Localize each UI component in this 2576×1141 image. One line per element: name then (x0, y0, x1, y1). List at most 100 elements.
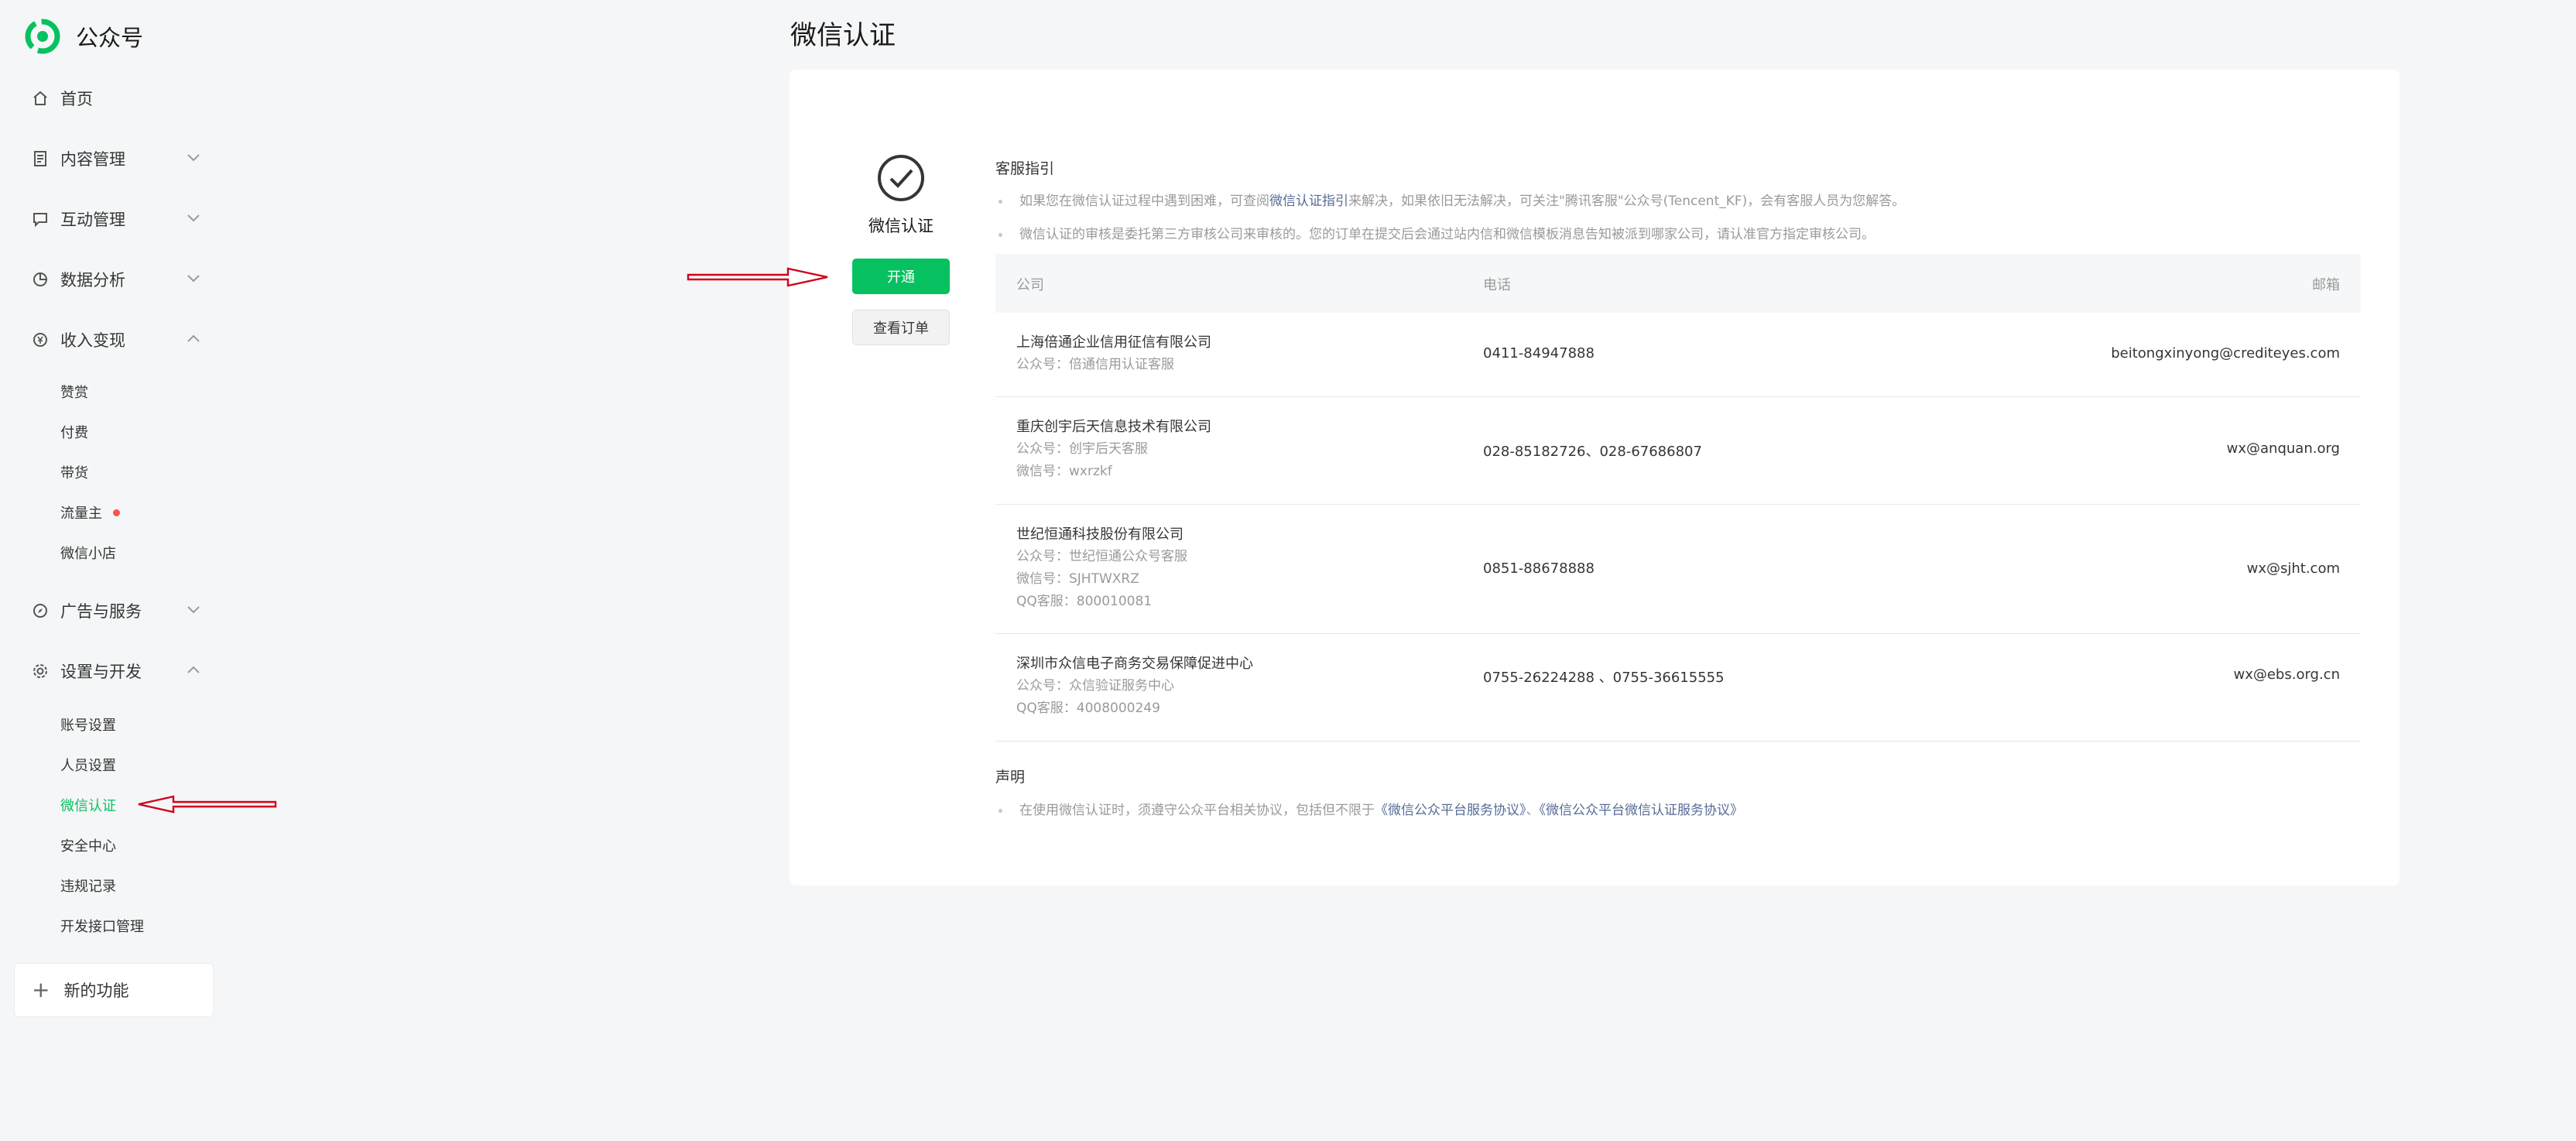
sidebar-subitem-verification[interactable]: 微信认证 (60, 790, 116, 821)
sidebar-subitem-members[interactable]: 人员设置 (60, 749, 116, 780)
sidebar-subitem-paid[interactable]: 付费 (60, 416, 88, 447)
chat-icon (31, 210, 50, 228)
column-header-email: 邮箱 (2312, 277, 2340, 293)
home-icon (31, 89, 50, 108)
sidebar-subitem-shop[interactable]: 微信小店 (60, 537, 116, 568)
yen-icon (31, 331, 50, 349)
chevron-up-icon (186, 333, 201, 348)
bullet-dot (999, 232, 1002, 237)
service-guide-line-1: 如果您在微信认证过程中遇到困难，可查阅微信认证指引来解决，如果依旧无法解决，可关… (999, 190, 1905, 209)
sidebar-subitem-reward[interactable]: 赞赏 (60, 376, 88, 407)
guide-text: 来解决，如果依旧无法解决，可关注"腾讯客服"公众号(Tencent_KF)，会有… (1348, 194, 1906, 209)
phone-cell: 0755-26224288 、0755-36615555 (1483, 670, 1725, 686)
phone-cell: 0411-84947888 (1483, 345, 1595, 361)
table-row: 世纪恒通科技股份有限公司 公众号：世纪恒通公众号客服 微信号：SJHTWXRZ … (995, 505, 2361, 634)
sidebar-subitem-account[interactable]: 账号设置 (60, 709, 116, 740)
guide-text: 微信认证的审核是委托第三方审核公司来审核的。您的订单在提交后会通过站内信和微信模… (1019, 227, 1875, 242)
company-name: 世纪恒通科技股份有限公司 (1016, 526, 1184, 543)
company-detail: QQ客服：4008000249 (1016, 701, 1160, 716)
bullet-dot (999, 808, 1002, 813)
sidebar-item-label: 互动管理 (60, 211, 125, 229)
bullet-dot (999, 199, 1002, 204)
email-cell: beitongxinyong@crediteyes.com (2111, 345, 2340, 361)
brand[interactable]: 公众号 (25, 17, 143, 56)
column-header-company: 公司 (1016, 277, 1044, 293)
sidebar-item-label: 内容管理 (60, 150, 125, 169)
declaration-title: 声明 (995, 769, 1026, 786)
sidebar-item-label: 设置与开发 (60, 663, 142, 681)
service-guide-line-2: 微信认证的审核是委托第三方审核公司来审核的。您的订单在提交后会通过站内信和微信模… (999, 223, 1875, 242)
sidebar-item-home[interactable]: 首页 (31, 79, 201, 118)
company-cell: 世纪恒通科技股份有限公司 公众号：世纪恒通公众号客服 微信号：SJHTWXRZ … (1016, 523, 1187, 613)
table-header: 公司 电话 邮箱 (995, 254, 2361, 313)
company-cell: 重庆创宇后天信息技术有限公司 公众号：创宇后天客服 微信号：wxrzkf (1016, 416, 1211, 483)
gear-icon (31, 662, 50, 680)
company-detail: QQ客服：800010081 (1016, 594, 1153, 609)
sidebar-subitem-violations[interactable]: 违规记录 (60, 870, 116, 901)
pie-chart-icon (31, 270, 50, 289)
platform-agreement-link[interactable]: 《微信公众平台服务协议》 (1375, 803, 1526, 818)
column-header-phone: 电话 (1483, 277, 1511, 293)
annotation-arrow (687, 267, 828, 287)
sidebar-subitem-sales[interactable]: 带货 (60, 457, 88, 488)
company-detail: 微信号：wxrzkf (1016, 464, 1112, 479)
sidebar-subitem-security[interactable]: 安全中心 (60, 830, 116, 861)
document-icon (31, 149, 50, 168)
verification-agreement-link[interactable]: 《微信公众平台微信认证服务协议》 (1540, 803, 1744, 818)
chevron-down-icon (186, 152, 201, 166)
table-row: 重庆创宇后天信息技术有限公司 公众号：创宇后天客服 微信号：wxrzkf 028… (995, 397, 2361, 505)
phone-cell: 028-85182726、028-67686807 (1483, 444, 1702, 460)
email-cell: wx@anquan.org (2226, 440, 2340, 457)
email-cell: wx@ebs.org.cn (2233, 666, 2340, 683)
company-detail: 微信号：SJHTWXRZ (1016, 571, 1139, 587)
new-features-label: 新的功能 (63, 982, 129, 1000)
company-detail: 公众号：众信验证服务中心 (1016, 678, 1174, 694)
sidebar-item-analytics[interactable]: 数据分析 (31, 260, 201, 299)
sidebar-item-interaction[interactable]: 互动管理 (31, 200, 201, 238)
activate-button[interactable]: 开通 (852, 259, 950, 294)
page-title: 微信认证 (790, 20, 896, 51)
table-row: 深圳市众信电子商务交易保障促进中心 公众号：众信验证服务中心 QQ客服：4008… (995, 634, 2361, 742)
review-companies-table: 公司 电话 邮箱 上海倍通企业信用征信有限公司 公众号：倍通信用认证客服 041… (995, 254, 2361, 742)
badge-label: 微信认证 (868, 217, 933, 235)
sidebar-item-label: 广告与服务 (60, 602, 142, 621)
notification-dot (113, 509, 120, 516)
company-name: 重庆创宇后天信息技术有限公司 (1016, 419, 1211, 435)
company-detail: 公众号：世纪恒通公众号客服 (1016, 549, 1187, 564)
sidebar-item-ads[interactable]: 广告与服务 (31, 591, 201, 630)
new-features-button[interactable]: + 新的功能 (14, 963, 214, 1017)
sidebar-subitem-traffic[interactable]: 流量主 (60, 497, 120, 528)
view-orders-button[interactable]: 查看订单 (852, 310, 950, 345)
company-detail: 公众号：倍通信用认证客服 (1016, 357, 1174, 372)
sidebar-item-content[interactable]: 内容管理 (31, 139, 201, 178)
company-cell: 上海倍通企业信用征信有限公司 公众号：倍通信用认证客服 (1016, 331, 1211, 376)
company-cell: 深圳市众信电子商务交易保障促进中心 公众号：众信验证服务中心 QQ客服：4008… (1016, 653, 1253, 720)
declaration-text: 在使用微信认证时，须遵守公众平台相关协议，包括但不限于 (1019, 803, 1375, 818)
company-name: 深圳市众信电子商务交易保障促进中心 (1016, 656, 1253, 672)
sidebar-item-label: 收入变现 (60, 331, 125, 350)
sidebar-item-monetization[interactable]: 收入变现 (31, 320, 201, 359)
service-guide-title: 客服指引 (995, 160, 1055, 177)
table-row: 上海倍通企业信用征信有限公司 公众号：倍通信用认证客服 0411-8494788… (995, 313, 2361, 397)
compass-icon (31, 601, 50, 620)
sidebar-subitem-label: 流量主 (60, 505, 102, 522)
verification-guide-link[interactable]: 微信认证指引 (1269, 194, 1348, 209)
brand-name: 公众号 (76, 25, 144, 51)
verification-badge: 微信认证 (852, 153, 950, 237)
declaration-separator: 、 (1526, 803, 1540, 818)
email-cell: wx@sjht.com (2246, 560, 2340, 577)
chevron-down-icon (186, 212, 201, 227)
chevron-up-icon (186, 664, 201, 679)
sidebar-item-label: 首页 (60, 90, 93, 108)
sidebar-subitem-developer[interactable]: 开发接口管理 (60, 910, 144, 941)
declaration-line: 在使用微信认证时，须遵守公众平台相关协议，包括但不限于《微信公众平台服务协议》、… (999, 799, 1743, 818)
sidebar-item-settings[interactable]: 设置与开发 (31, 652, 201, 690)
phone-cell: 0851-88678888 (1483, 560, 1595, 577)
guide-text: 如果您在微信认证过程中遇到困难，可查阅 (1019, 194, 1269, 209)
annotation-arrow (138, 795, 277, 814)
company-detail: 公众号：创宇后天客服 (1016, 441, 1148, 457)
wechat-official-account-logo (25, 19, 60, 54)
chevron-down-icon (186, 604, 201, 618)
sidebar-item-label: 数据分析 (60, 271, 125, 290)
plus-icon: + (32, 977, 50, 1002)
